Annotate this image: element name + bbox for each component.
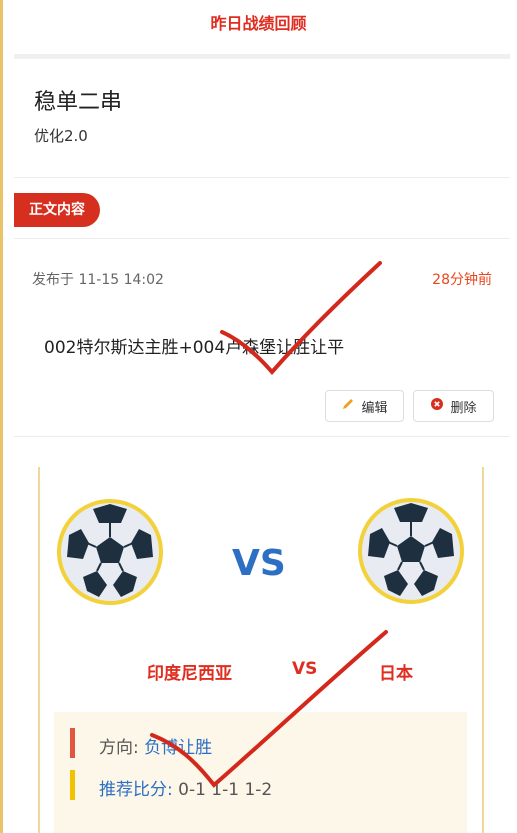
time-ago: 28分钟前 bbox=[432, 272, 492, 288]
divider bbox=[14, 177, 510, 178]
delete-label: 删除 bbox=[450, 400, 477, 416]
direction-marker bbox=[70, 728, 75, 758]
edit-label: 编辑 bbox=[361, 400, 388, 416]
score-marker bbox=[70, 770, 75, 800]
direction-line: 方向: 负博让胜 bbox=[99, 733, 212, 758]
left-frame-border bbox=[0, 0, 3, 833]
prediction-box bbox=[54, 712, 467, 833]
score-label: 推荐比分: bbox=[99, 780, 173, 800]
divider bbox=[14, 54, 510, 59]
card-subtitle: 优化2.0 bbox=[34, 127, 88, 145]
post-text: 002特尔斯达主胜+004卢森堡让胜让平 bbox=[44, 338, 345, 358]
delete-button[interactable]: 删除 bbox=[413, 390, 494, 422]
page-header: 昨日战绩回顾 bbox=[0, 0, 517, 50]
pencil-icon bbox=[341, 397, 355, 415]
home-team-soccer-ball-icon bbox=[57, 499, 163, 605]
vs-label: VS bbox=[232, 543, 286, 584]
divider bbox=[14, 436, 510, 437]
publish-time: 发布于 11-15 14:02 bbox=[32, 272, 164, 288]
divider bbox=[14, 238, 510, 239]
vs-small-label: VS bbox=[292, 659, 318, 679]
away-team-name: 日本 bbox=[379, 664, 413, 684]
content-tag: 正文内容 bbox=[14, 193, 100, 227]
away-team-soccer-ball-icon bbox=[358, 498, 464, 604]
direction-label: 方向: bbox=[99, 738, 139, 758]
home-team-name: 印度尼西亚 bbox=[147, 664, 232, 684]
score-value: 0-1 1-1 1-2 bbox=[172, 780, 273, 800]
card-title: 稳单二串 bbox=[34, 90, 123, 115]
edit-button[interactable]: 编辑 bbox=[325, 390, 404, 422]
page-title: 昨日战绩回顾 bbox=[210, 14, 307, 33]
direction-value: 负博让胜 bbox=[138, 738, 213, 758]
score-line: 推荐比分: 0-1 1-1 1-2 bbox=[99, 775, 272, 800]
close-circle-icon bbox=[430, 397, 444, 415]
